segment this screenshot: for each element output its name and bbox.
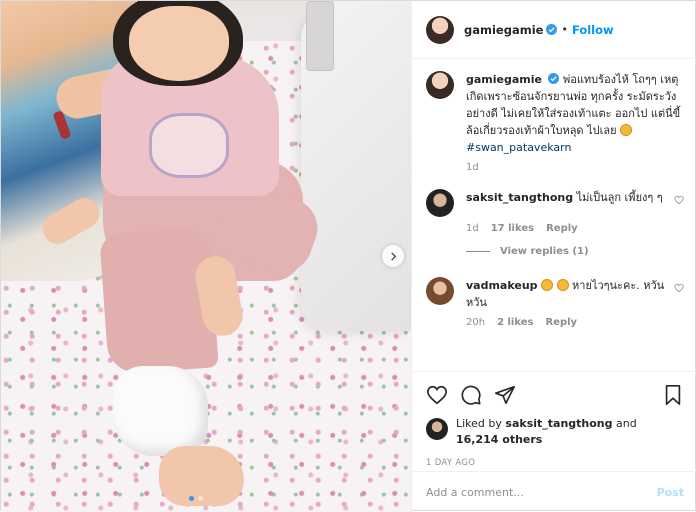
ankle-bandage [113, 366, 208, 456]
comment-username[interactable]: saksit_tangthong [466, 191, 573, 204]
comment-time[interactable]: 1d [466, 223, 479, 234]
follow-button[interactable]: Follow [572, 23, 614, 37]
caption-hashtag[interactable]: #swan_patavekarn [466, 141, 571, 154]
comment-text: saksit_tangthong ไม่เป็นลูก เพี้ยงๆ ๆ [466, 189, 668, 217]
sad-emoji-icon [556, 279, 569, 291]
comment-bubble-icon[interactable] [460, 384, 482, 406]
comments-section[interactable]: gamiegamie พ่อแทบร้องไห้ โถๆๆ เหตุเกิดเพ… [412, 59, 696, 371]
commenter-avatar[interactable] [426, 189, 454, 217]
view-replies-button[interactable]: View replies (1) [466, 246, 684, 257]
author-avatar[interactable] [426, 15, 454, 44]
likes-summary: Liked by saksit_tangthong and 16,214 oth… [426, 416, 684, 448]
commenter-avatar[interactable] [426, 277, 454, 305]
carousel-dots [189, 496, 203, 501]
post-header: gamiegamie • Follow [412, 1, 696, 59]
unicorn-print [149, 113, 229, 178]
instagram-post: gamiegamie • Follow gamiegamie พ่อแทบร้อ… [0, 0, 696, 512]
verified-badge-icon [548, 73, 560, 84]
caption-avatar[interactable] [426, 71, 454, 99]
add-comment-bar: Post [412, 471, 696, 512]
carousel-next-button[interactable] [382, 245, 404, 267]
chevron-right-icon [390, 251, 396, 261]
comment-item: vadmakeup หายไวๆนะคะ. หวัน หวัน [426, 277, 684, 311]
carousel-dot-active [189, 496, 194, 501]
carousel-dot [198, 496, 203, 501]
caption-time[interactable]: 1d [466, 162, 479, 173]
bed-rail [306, 1, 334, 71]
action-icons [426, 380, 684, 410]
comment-meta: 20h 2 likes Reply [466, 317, 684, 328]
comment-likes[interactable]: 17 likes [491, 223, 534, 234]
comment-meta: 1d 17 likes Reply [466, 223, 684, 234]
sad-emoji-icon [541, 279, 554, 291]
likes-count[interactable]: 16,214 others [456, 433, 542, 446]
liker-avatar[interactable] [426, 418, 448, 440]
post-timestamp[interactable]: 1 DAY AGO [426, 458, 684, 468]
reply-button[interactable]: Reply [545, 317, 577, 328]
likes-text: Liked by saksit_tangthong and 16,214 oth… [456, 416, 637, 448]
reply-button[interactable]: Reply [546, 223, 578, 234]
post-photo[interactable] [1, 1, 411, 512]
caption: gamiegamie พ่อแทบร้องไห้ โถๆๆ เหตุเกิดเพ… [426, 71, 684, 156]
like-heart-icon[interactable] [426, 384, 448, 406]
share-send-icon[interactable] [494, 384, 516, 406]
save-bookmark-icon[interactable] [662, 384, 684, 406]
post-actions: Liked by saksit_tangthong and 16,214 oth… [412, 371, 696, 468]
comment-item: saksit_tangthong ไม่เป็นลูก เพี้ยงๆ ๆ [426, 189, 684, 217]
child-face [129, 6, 229, 81]
comment-body: ไม่เป็นลูก เพี้ยงๆ ๆ [576, 191, 663, 204]
post-panel: gamiegamie • Follow gamiegamie พ่อแทบร้อ… [411, 1, 696, 512]
comment-input[interactable] [426, 485, 657, 499]
like-comment-heart-icon[interactable] [674, 283, 684, 293]
like-comment-heart-icon[interactable] [674, 195, 684, 205]
sad-emoji-icon [620, 124, 633, 136]
comment-text: vadmakeup หายไวๆนะคะ. หวัน หวัน [466, 277, 668, 311]
post-comment-button[interactable]: Post [657, 486, 684, 499]
verified-badge-icon [546, 24, 558, 35]
caption-meta: 1d [466, 162, 684, 173]
comment-time[interactable]: 20h [466, 317, 485, 328]
author-username[interactable]: gamiegamie [464, 23, 543, 37]
comment-username[interactable]: vadmakeup [466, 279, 538, 292]
liker-username[interactable]: saksit_tangthong [505, 417, 612, 430]
likes-joiner: and [616, 417, 637, 430]
comment-likes[interactable]: 2 likes [497, 317, 533, 328]
header-separator: • [561, 23, 568, 36]
caption-text: gamiegamie พ่อแทบร้องไห้ โถๆๆ เหตุเกิดเพ… [466, 71, 684, 156]
caption-username[interactable]: gamiegamie [466, 73, 542, 86]
likes-prefix: Liked by [456, 417, 502, 430]
